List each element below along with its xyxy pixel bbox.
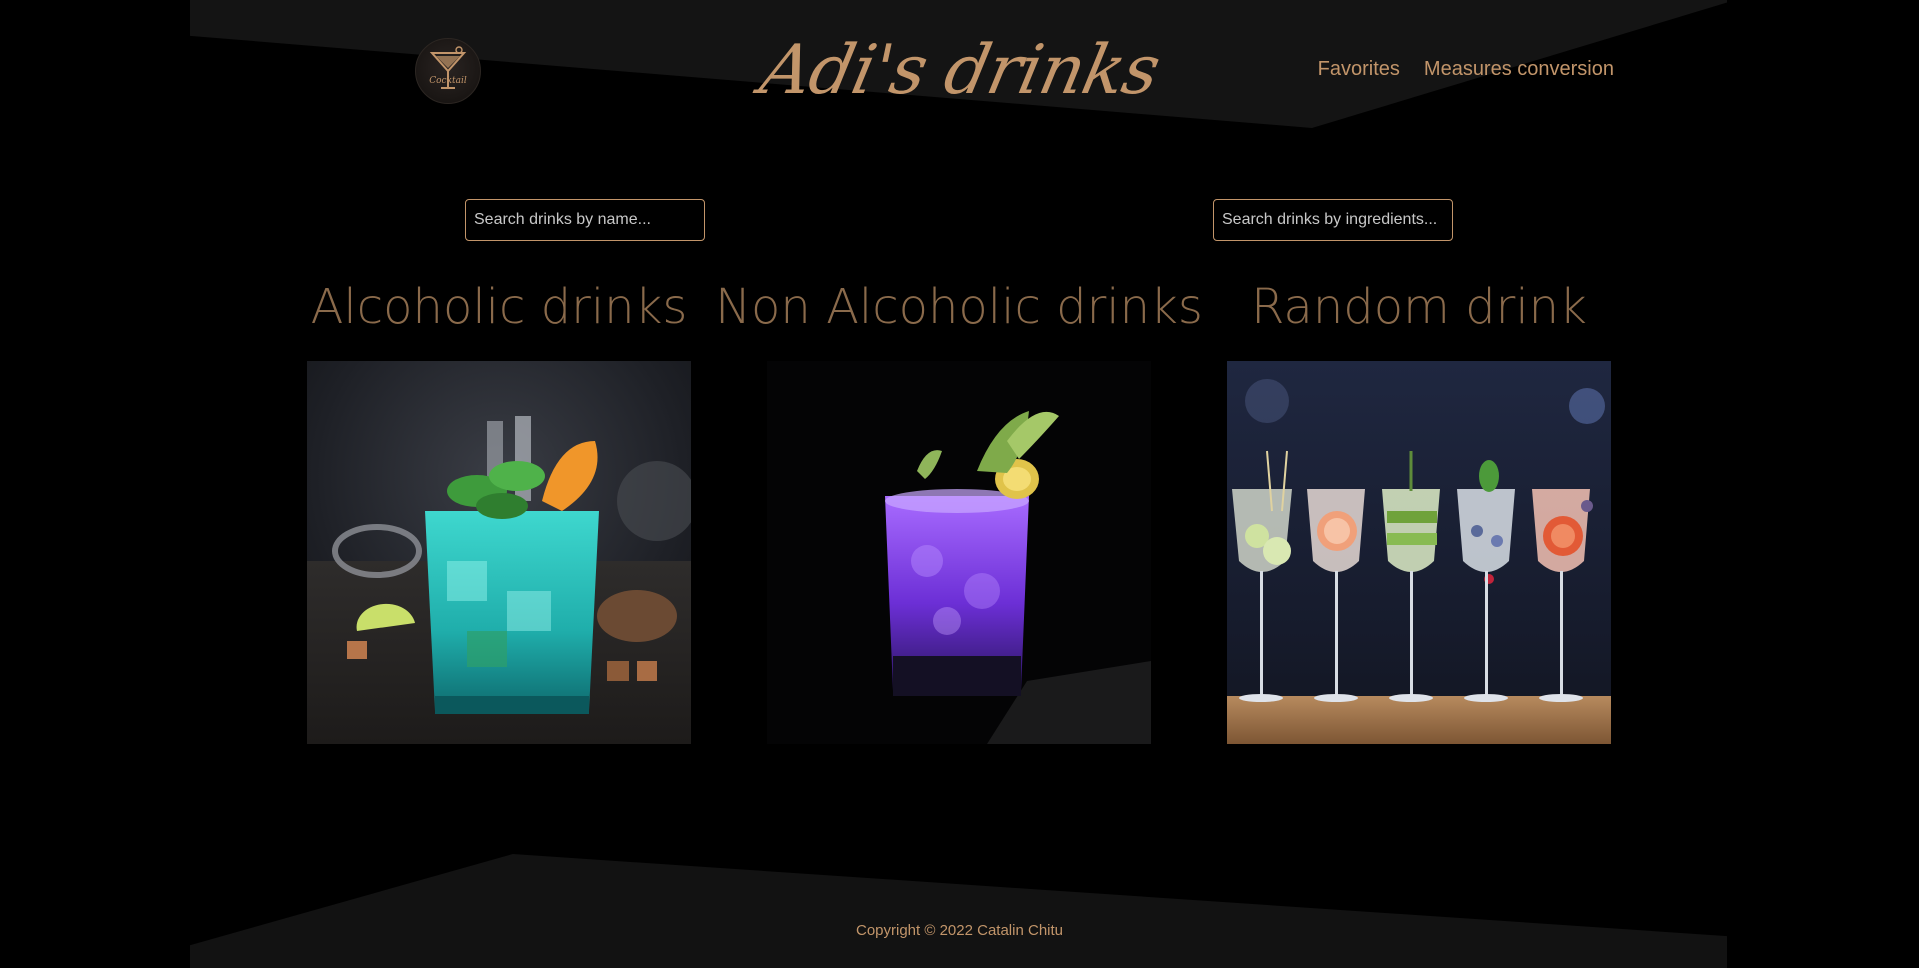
search-by-ingredients-input[interactable] (1213, 199, 1453, 241)
search-by-name-input[interactable] (465, 199, 705, 241)
main-nav: Favorites Measures conversion (1318, 58, 1614, 81)
svg-text:Cocktail: Cocktail (429, 76, 467, 86)
random-drink-image[interactable] (1227, 361, 1611, 744)
non-alcoholic-drinks-image[interactable] (767, 361, 1151, 744)
alcoholic-drinks-image[interactable] (307, 361, 691, 744)
cocktail-logo-icon[interactable]: Cocktail (415, 38, 481, 104)
nav-favorites-link[interactable]: Favorites (1318, 58, 1400, 81)
footer-background (190, 854, 1727, 968)
page: Cocktail Adi's drinks Favorites Measures… (0, 0, 1919, 968)
alcoholic-drinks-title[interactable]: Alcoholic drinks (249, 275, 749, 339)
nav-measures-conversion-link[interactable]: Measures conversion (1424, 58, 1614, 81)
footer-copyright: Copyright © 2022 Catalin Chitu (856, 922, 1063, 939)
random-drink-title[interactable]: Random drink (1169, 275, 1669, 339)
site-title: Adi's drinks (754, 31, 1167, 110)
non-alcoholic-drinks-title[interactable]: Non Alcoholic drinks (709, 275, 1209, 339)
